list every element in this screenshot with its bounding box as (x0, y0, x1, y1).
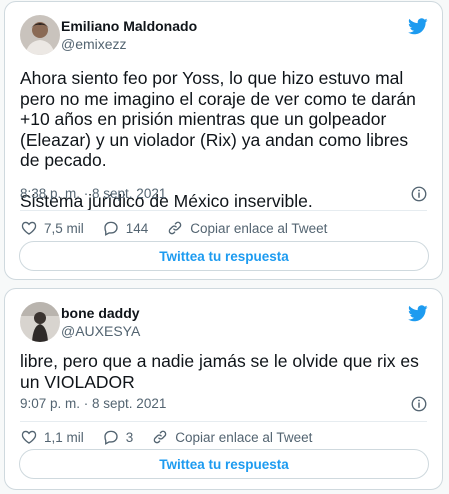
link-icon (153, 430, 167, 444)
divider (20, 210, 427, 211)
divider (20, 421, 427, 422)
copy-link-button[interactable]: Copiar enlace al Tweet (166, 219, 327, 237)
tweet-timestamp[interactable]: 8:38 p. m. · 8 sept. 2021 (20, 186, 166, 201)
author-name[interactable]: bone daddy (61, 305, 140, 321)
reply-count: 3 (125, 429, 134, 445)
speech-bubble-icon (104, 430, 118, 445)
avatar[interactable] (20, 302, 60, 342)
like-count: 7,5 mil (44, 220, 84, 236)
tweet-actions: 1,1 mil 3 Copiar enlace al Tweet (20, 427, 427, 447)
author-handle[interactable]: @emixezz (61, 36, 127, 52)
like-button[interactable]: 1,1 mil (20, 428, 84, 446)
like-count: 1,1 mil (44, 429, 84, 445)
author-handle[interactable]: @AUXESYA (61, 323, 140, 339)
link-icon (168, 221, 182, 235)
tweet-timestamp[interactable]: 9:07 p. m. · 8 sept. 2021 (20, 396, 166, 411)
reply-button[interactable]: Twittea tu respuesta (19, 241, 429, 271)
author-name[interactable]: Emiliano Maldonado (61, 18, 197, 34)
reply-count-button[interactable]: 3 (102, 428, 134, 446)
reply-count-button[interactable]: 144 (102, 219, 149, 237)
heart-icon (21, 221, 37, 235)
heart-icon (21, 430, 37, 444)
tweet-text: libre, pero que a nadie jamás se le olvi… (20, 351, 419, 392)
reply-button[interactable]: Twittea tu respuesta (19, 449, 429, 479)
tweet-card[interactable]: bone daddy @AUXESYA libre, pero que a na… (4, 288, 443, 490)
reply-count: 144 (125, 220, 149, 236)
copy-link-label: Copiar enlace al Tweet (175, 429, 313, 445)
twitter-bird-icon[interactable] (408, 18, 428, 35)
copy-link-button[interactable]: Copiar enlace al Tweet (151, 428, 312, 446)
info-icon[interactable] (410, 395, 428, 413)
like-button[interactable]: 7,5 mil (20, 219, 84, 237)
avatar[interactable] (20, 15, 60, 55)
speech-bubble-icon (104, 221, 118, 236)
info-icon[interactable] (410, 185, 428, 203)
twitter-bird-icon[interactable] (408, 305, 428, 322)
tweet-card[interactable]: Emiliano Maldonado @emixezz Ahora siento… (4, 1, 443, 280)
tweet-actions: 7,5 mil 144 Copiar enlace al Tweet (20, 218, 427, 238)
copy-link-label: Copiar enlace al Tweet (190, 220, 328, 236)
